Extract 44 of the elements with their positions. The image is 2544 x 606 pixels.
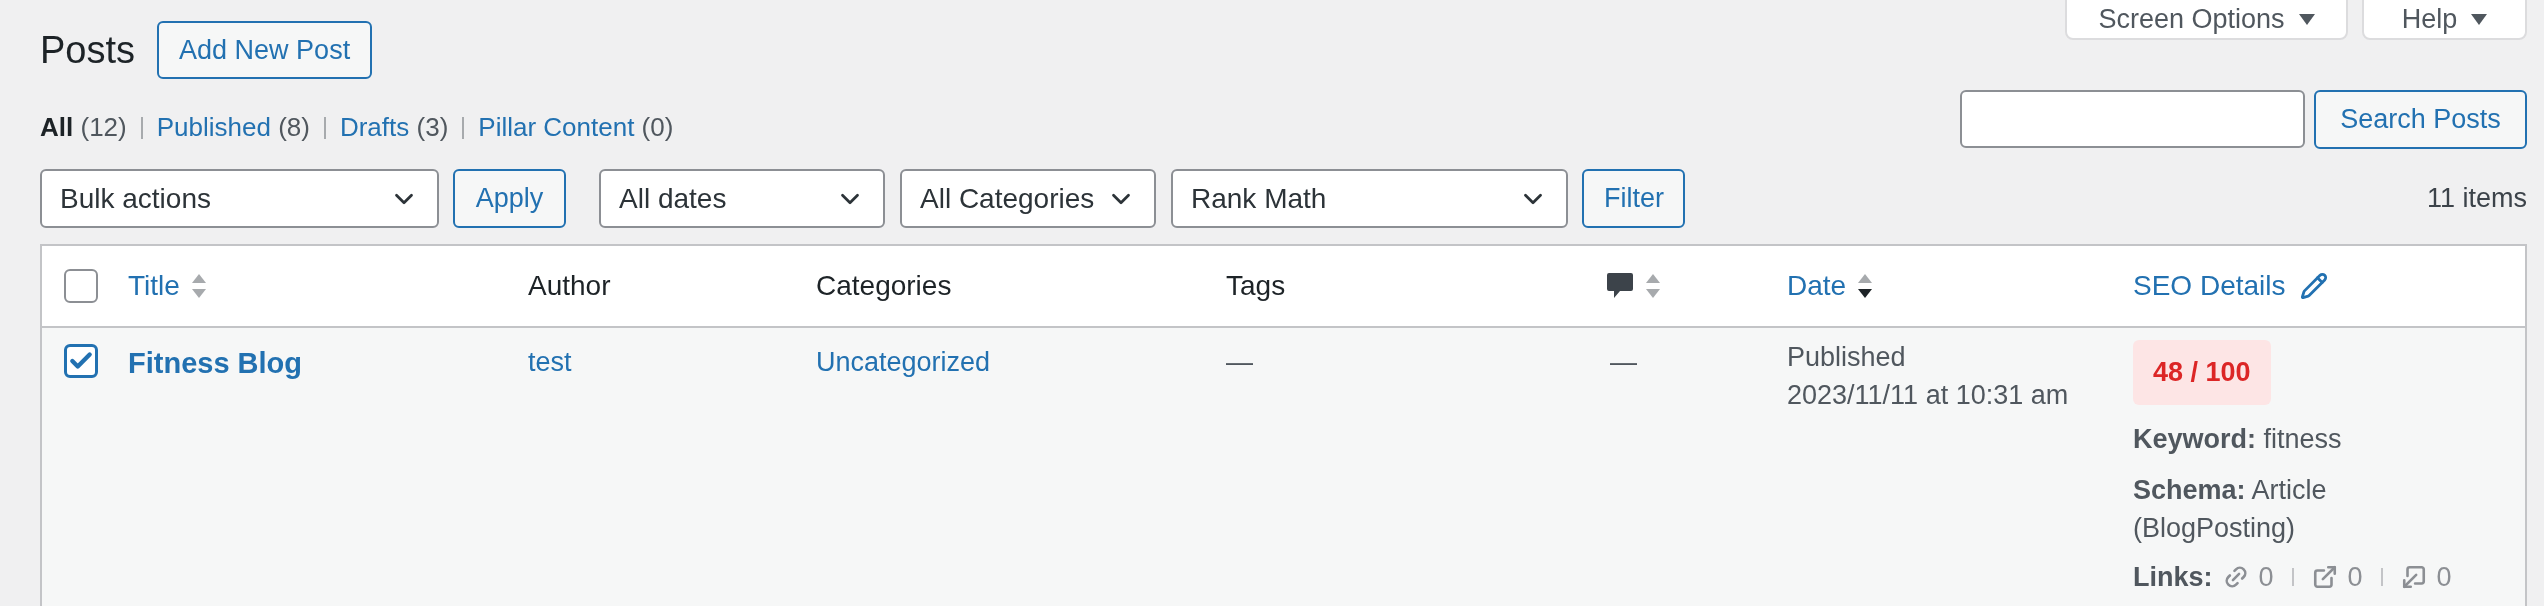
link-count: 0 [2436, 561, 2452, 594]
column-header: Tags [1226, 270, 1286, 301]
tags-cell: — [1226, 347, 1253, 377]
dropdown[interactable]: Rank Math [1171, 169, 1568, 228]
keyword-text: Keyword: fitness [2133, 422, 2342, 456]
column-header-link[interactable]: SEO Details [2133, 265, 2286, 307]
link-count: 0 [2258, 561, 2274, 594]
author-link[interactable]: test [528, 347, 572, 377]
caret-icon [2471, 13, 2488, 25]
view-filter-link[interactable]: All (12) [40, 108, 127, 147]
column-header: Categories [816, 270, 952, 301]
category-link[interactable]: Uncategorized [816, 347, 991, 377]
links-label: Links: [2133, 561, 2213, 594]
view-filter-link[interactable]: Pillar Content (0) [478, 108, 674, 147]
dropdown[interactable]: All Categories [900, 169, 1156, 228]
link-count: 0 [2347, 561, 2363, 594]
item-count: 11 items [2426, 182, 2527, 216]
checkbox[interactable] [64, 344, 98, 378]
view-filter-link[interactable]: Drafts (3) [339, 108, 449, 147]
column-header: Author [528, 270, 611, 301]
apply-button[interactable]: Apply [453, 169, 566, 228]
schema-text: Schema: Article (BlogPosting) [2133, 474, 2328, 545]
post-date: 2023/11/11 at 10:31 am [1787, 379, 2070, 412]
pencil-icon [2299, 272, 2328, 300]
dropdown[interactable]: Bulk actions [40, 169, 439, 228]
checkbox[interactable] [64, 269, 98, 303]
screen-options-button[interactable]: Screen Options [2065, 0, 2348, 40]
dropdown[interactable]: All dates [599, 169, 885, 228]
post-status: Published [1787, 341, 1907, 374]
filter-button[interactable]: Filter [1582, 169, 1685, 228]
post-title-link[interactable]: Fitness Blog [128, 347, 302, 379]
add-new-post-button[interactable]: Add New Post [157, 21, 373, 79]
external-link-icon [2311, 564, 2338, 591]
view-filter-link[interactable]: Published (8) [156, 108, 310, 147]
caret-icon [2298, 13, 2315, 25]
comments-cell-text: — [1609, 347, 1637, 377]
incoming-link-icon [2400, 564, 2427, 591]
column-header-link[interactable]: Date [1787, 265, 1847, 307]
column-header-link[interactable]: Title [128, 265, 180, 307]
search-posts-button[interactable]: Search Posts [2314, 90, 2527, 149]
seo-score-badge: 48 / 100 [2133, 340, 2271, 405]
search-field[interactable] [1960, 90, 2305, 148]
help-button[interactable]: Help [2362, 0, 2527, 40]
page-title: Posts [40, 27, 136, 73]
